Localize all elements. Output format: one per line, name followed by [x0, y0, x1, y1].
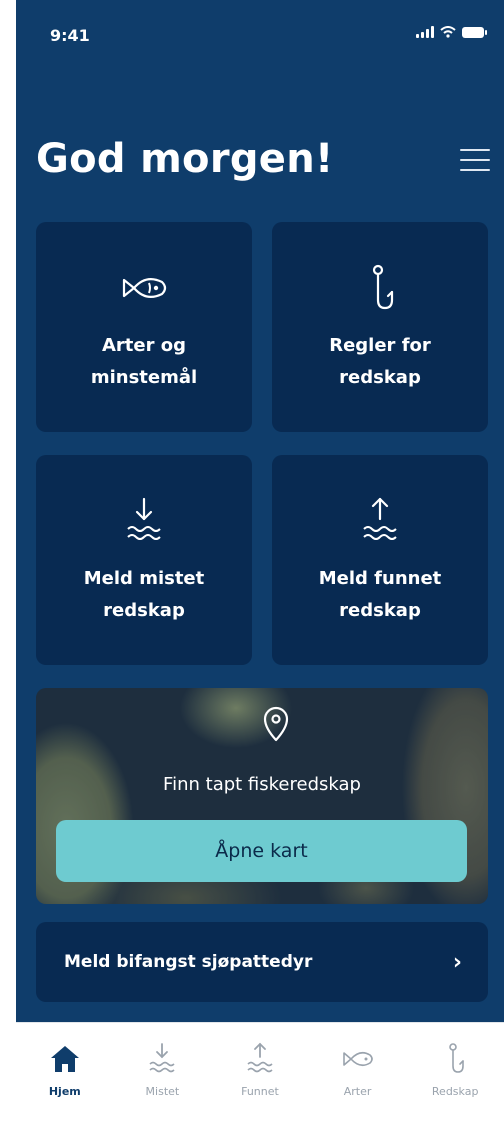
- menu-icon-line: [460, 149, 490, 151]
- tab-species-label: Arter: [343, 1085, 372, 1098]
- wifi-icon: [440, 26, 456, 38]
- signal-icon: [416, 26, 434, 38]
- greeting-title: God morgen!: [36, 136, 334, 182]
- open-map-button[interactable]: Åpne kart: [56, 820, 467, 882]
- menu-icon-line: [460, 169, 490, 171]
- menu-button[interactable]: [460, 146, 490, 174]
- home-icon: [50, 1046, 79, 1072]
- tile-report-lost[interactable]: Meld mistet redskap: [36, 455, 252, 665]
- menu-icon-line: [460, 159, 490, 161]
- tile-species[interactable]: Arter og minstemål: [36, 222, 252, 432]
- tile-gear-rules-label: Regler for redskap: [329, 335, 431, 388]
- tile-report-lost-label: Meld mistet redskap: [83, 568, 205, 621]
- tab-gear-label: Redskap: [431, 1085, 479, 1098]
- status-time: 9:41: [50, 26, 90, 45]
- tab-found[interactable]: Funnet: [214, 1041, 306, 1137]
- chevron-right-icon: ›: [452, 949, 462, 975]
- tab-home-label: Hjem: [48, 1085, 81, 1098]
- tile-report-found-label: Meld funnet redskap: [318, 568, 442, 621]
- tab-species[interactable]: Arter: [312, 1041, 404, 1137]
- fish-icon: [342, 1051, 373, 1067]
- lost-gear-icon: [149, 1043, 175, 1073]
- tab-home[interactable]: Hjem: [19, 1041, 111, 1137]
- hook-icon: [372, 264, 394, 310]
- tab-bar: Hjem Mistet Funnet Arter Redskap: [16, 1022, 504, 1137]
- tab-lost-label: Mistet: [145, 1085, 180, 1098]
- tab-lost[interactable]: Mistet: [116, 1041, 208, 1137]
- status-icons: [416, 26, 487, 38]
- report-bycatch-row[interactable]: Meld bifangst sjøpattedyr ›: [36, 922, 488, 1002]
- hook-icon: [449, 1043, 464, 1073]
- tile-species-label: Arter og minstemål: [90, 335, 198, 388]
- tile-report-found[interactable]: Meld funnet redskap: [272, 455, 488, 665]
- map-card[interactable]: Finn tapt fiskeredskap Åpne kart: [36, 688, 488, 904]
- tab-found-label: Funnet: [241, 1085, 279, 1098]
- tile-gear-rules[interactable]: Regler for redskap: [272, 222, 488, 432]
- fish-icon: [122, 277, 167, 299]
- lost-gear-icon: [127, 497, 161, 540]
- found-gear-icon: [247, 1042, 273, 1073]
- report-bycatch-label: Meld bifangst sjøpattedyr: [64, 952, 313, 972]
- battery-icon: [462, 26, 487, 38]
- map-caption: Finn tapt fiskeredskap: [163, 774, 361, 795]
- tab-gear[interactable]: Redskap: [409, 1041, 501, 1137]
- home-screen: 9:41 God morgen! Arter og minstemål Regl…: [16, 0, 504, 1022]
- location-pin-icon: [263, 706, 289, 742]
- phone-screen: 9:41 God morgen! Arter og minstemål Regl…: [16, 0, 504, 1137]
- found-gear-icon: [363, 497, 397, 540]
